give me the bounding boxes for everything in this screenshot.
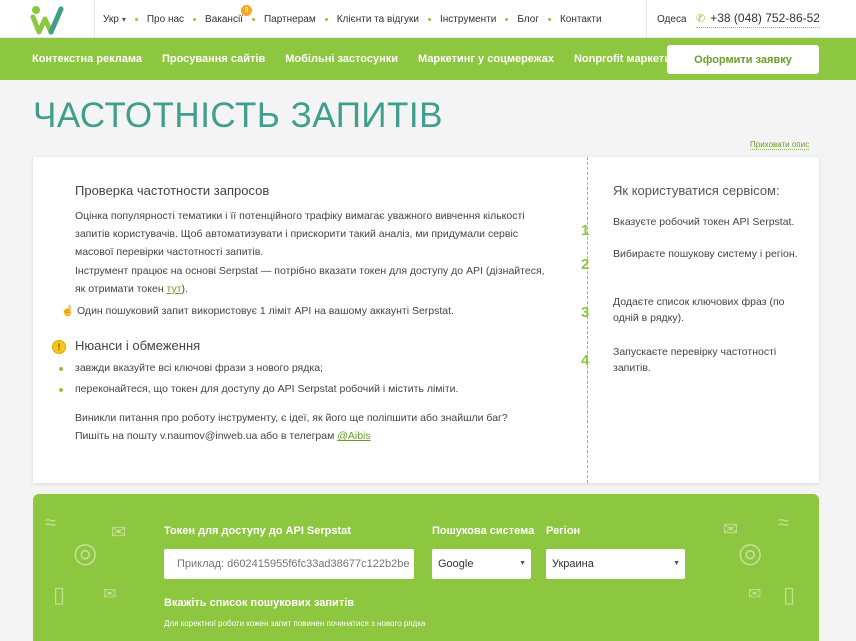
telegram-link[interactable]: @Aibis <box>337 430 370 442</box>
nav-about[interactable]: Про нас <box>147 14 184 25</box>
nav-seo[interactable]: Просування сайтів <box>162 53 265 65</box>
check-form: ≈ ◎ ✉ ▯ ✉ ≈ ◎ ✉ ▯ ✉ Токен для доступу до… <box>33 494 819 641</box>
token-paragraph: Інструмент працює на основі Serpstat — п… <box>75 262 545 298</box>
warning-icon: ! <box>52 340 66 354</box>
pointing-hand-icon: ☝ <box>61 305 75 317</box>
token-paragraph-end: ). <box>181 283 188 295</box>
contact-paragraph: Виникли питання про роботу інструменту, … <box>75 409 545 445</box>
phone-link[interactable]: ✆ +38 (048) 752-86-52 <box>696 11 820 28</box>
step-number: 2 <box>581 256 590 273</box>
nuance-item: переконайтеся, що токен для доступу до A… <box>75 383 459 395</box>
phone-number: +38 (048) 752-86-52 <box>710 11 820 25</box>
queries-note: Для коректної роботи кожен запит повинен… <box>164 619 426 628</box>
nav-tools[interactable]: Інструменти <box>440 14 496 25</box>
envelope-icon: ✉ <box>748 586 762 603</box>
how-to-heading: Як користуватися сервісом: <box>613 183 780 198</box>
nav-separator <box>193 17 197 21</box>
caret-down-icon: ▼ <box>673 560 680 567</box>
nav-contacts[interactable]: Контакти <box>560 14 602 25</box>
wifi-icon: ≈ <box>778 512 789 534</box>
order-button[interactable]: Оформити заявку <box>667 45 819 74</box>
limit-paragraph: ☝ Один пошуковий запит використовує 1 лі… <box>61 302 531 320</box>
step-number: 3 <box>581 304 590 321</box>
envelope-icon: ✉ <box>103 586 117 603</box>
token-label: Токен для доступу до API Serpstat <box>164 525 351 537</box>
wifi-icon: ≈ <box>45 512 56 534</box>
region-value: Украина <box>552 558 594 570</box>
chevron-down-icon: ▾ <box>121 14 126 24</box>
nav-separator <box>251 17 255 21</box>
nuance-item: завжди вказуйте всі ключові фрази з ново… <box>75 362 323 374</box>
nav-partners[interactable]: Партнерам <box>264 14 316 25</box>
page-title: ЧАСТОТНІСТЬ ЗАПИТІВ <box>33 96 443 135</box>
envelope-icon: ✉ <box>111 522 127 542</box>
engine-value: Google <box>438 558 474 570</box>
inweb-logo[interactable] <box>30 4 74 36</box>
nav-vacancies[interactable]: Вакансії 9 <box>205 4 252 25</box>
nav-separator <box>427 17 431 21</box>
phone-device-icon: ▯ <box>783 582 796 607</box>
engine-label: Пошукова система <box>432 525 535 537</box>
token-paragraph-text: Інструмент працює на основі Serpstat — п… <box>75 265 545 295</box>
nav-separator <box>547 17 551 21</box>
intro-paragraph: Оцінка популярності тематики і її потенц… <box>75 210 525 258</box>
top-nav: Укр ▾ Про нас Вакансії 9 Партнерам Клієнти… <box>94 0 602 38</box>
nav-separator <box>505 17 509 21</box>
step-text: Запускаєте перевірку частотності запитів… <box>613 346 777 374</box>
step-text: Вказуєте робочий токен API Serpstat. <box>613 216 795 228</box>
limit-text: Один пошуковий запит використовує 1 лімі… <box>77 305 454 317</box>
phone-icon: ✆ <box>696 12 706 25</box>
lang-switcher[interactable]: Укр ▾ <box>103 14 126 25</box>
phone-device-icon: ▯ <box>53 582 66 607</box>
vacancies-count-badge: 9 <box>240 4 252 16</box>
globe-icon: ◎ <box>738 537 763 568</box>
lang-label: Укр <box>103 13 119 25</box>
hide-description-link[interactable]: Приховати опис <box>750 140 810 150</box>
step-text: Додаєте список ключових фраз (по одній в… <box>613 296 785 324</box>
envelope-icon: ✉ <box>723 519 739 539</box>
services-nav: Контекстна реклама Просування сайтів Моб… <box>0 38 856 80</box>
engine-select[interactable]: Google ▼ <box>432 549 531 579</box>
token-input[interactable] <box>164 549 414 579</box>
description-card: Проверка частотности запросов Оцінка поп… <box>33 157 819 483</box>
token-help-link[interactable]: тут <box>167 283 182 295</box>
bullet-dot <box>59 388 63 392</box>
globe-icon: ◎ <box>73 537 98 568</box>
step-number: 4 <box>581 352 590 369</box>
nav-nonprofit[interactable]: Nonprofit маркетинг <box>574 53 682 65</box>
nav-context-ads[interactable]: Контекстна реклама <box>32 53 142 65</box>
nav-blog[interactable]: Блог <box>517 14 539 25</box>
queries-label: Вкажіть список пошукових запитів <box>164 597 355 609</box>
step-text: Вибираєте пошукову систему і регіон. <box>613 248 798 260</box>
nav-separator <box>324 17 328 21</box>
nav-smm[interactable]: Маркетинг у соцмережах <box>418 53 554 65</box>
nuances-heading: Нюанси і обмеження <box>75 338 201 353</box>
region-select[interactable]: Украина ▼ <box>546 549 685 579</box>
bullet-dot <box>59 367 63 371</box>
contact-text: Виникли питання про роботу інструменту, … <box>75 412 508 442</box>
city-selector[interactable]: Одеса <box>646 0 687 38</box>
caret-down-icon: ▼ <box>519 560 526 567</box>
top-bar: Укр ▾ Про нас Вакансії 9 Партнерам Клієнти… <box>0 0 856 38</box>
nav-separator <box>134 17 138 21</box>
card-heading: Проверка частотности запросов <box>75 183 270 198</box>
step-number: 1 <box>581 222 590 239</box>
nav-mobile-apps[interactable]: Мобільні застосунки <box>285 53 398 65</box>
nav-clients[interactable]: Клієнти та відгуки <box>337 14 419 25</box>
region-label: Регіон <box>546 525 581 537</box>
nav-vacancies-label: Вакансії <box>205 13 243 25</box>
